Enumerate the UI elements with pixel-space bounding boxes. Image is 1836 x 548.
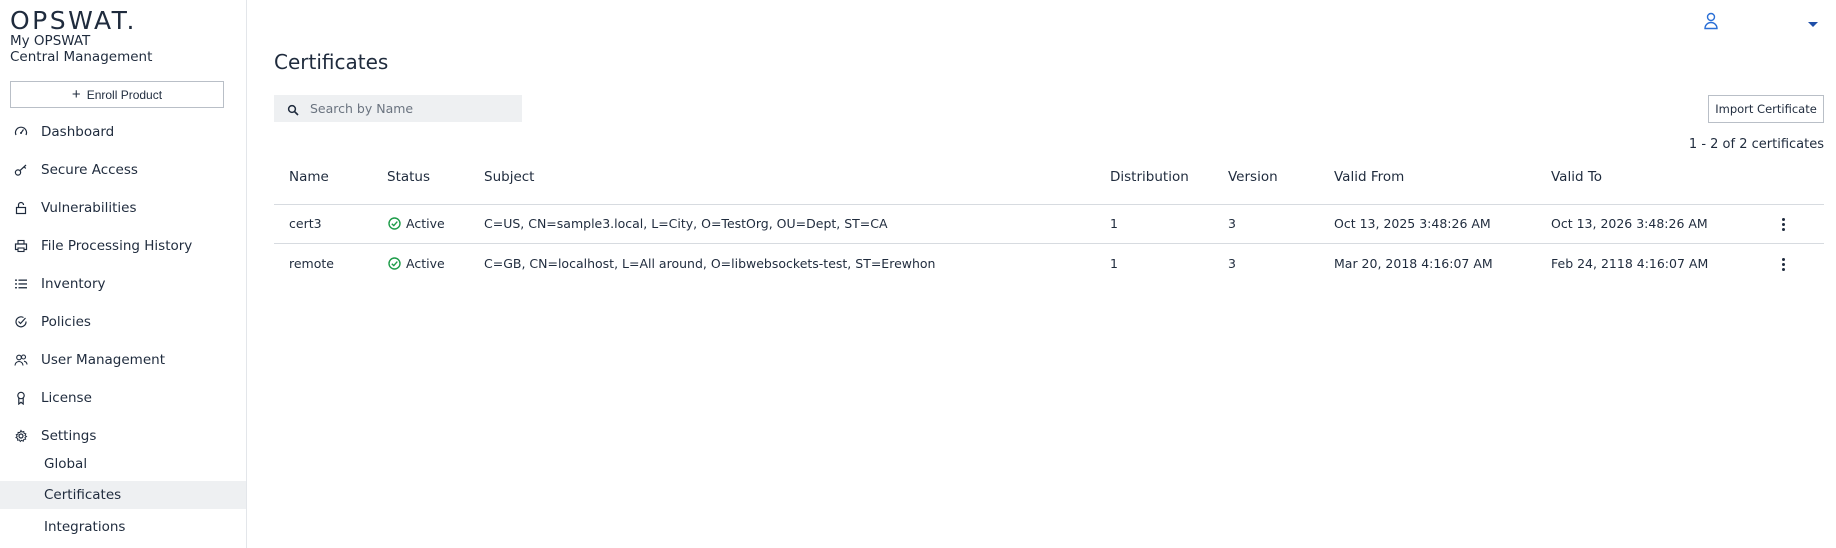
cell-version: 3 — [1228, 216, 1236, 231]
chevron-down-icon[interactable] — [1806, 14, 1820, 27]
sidebar: OPSWAT. My OPSWAT Central Management + E… — [0, 0, 247, 548]
gauge-icon — [13, 124, 29, 140]
sidebar-item-label: Dashboard — [41, 124, 115, 140]
sidebar-item-license[interactable]: License — [0, 383, 246, 413]
users-icon — [13, 352, 29, 368]
list-icon — [13, 276, 29, 292]
sidebar-item-label: Vulnerabilities — [41, 200, 137, 216]
column-header-status[interactable]: Status — [387, 169, 430, 185]
printer-icon — [13, 238, 29, 254]
cell-valid-from: Mar 20, 2018 4:16:07 AM — [1334, 256, 1493, 271]
app-name-line1: My OPSWAT — [10, 33, 91, 49]
sidebar-subitem-label: Global — [44, 456, 88, 472]
column-header-valid-from[interactable]: Valid From — [1334, 169, 1404, 185]
cell-distribution: 1 — [1110, 256, 1118, 271]
sidebar-item-label: File Processing History — [41, 238, 193, 254]
cell-version: 3 — [1228, 256, 1236, 271]
sidebar-subitem-global[interactable]: Global — [0, 450, 246, 478]
row-menu-icon[interactable] — [1777, 214, 1789, 234]
column-header-name[interactable]: Name — [289, 169, 329, 185]
cell-distribution: 1 — [1110, 216, 1118, 231]
sidebar-item-label: License — [41, 390, 92, 406]
column-header-distribution[interactable]: Distribution — [1110, 169, 1189, 185]
sidebar-item-label: Secure Access — [41, 162, 138, 178]
import-certificate-button[interactable]: Import Certificate — [1708, 95, 1824, 123]
sidebar-item-settings[interactable]: Settings — [0, 421, 246, 451]
header-divider — [274, 204, 1824, 205]
cell-subject: C=GB, CN=localhost, L=All around, O=libw… — [484, 256, 936, 271]
sidebar-item-user-management[interactable]: User Management — [0, 345, 246, 375]
check-circle-icon — [388, 257, 401, 270]
page-title: Certificates — [274, 50, 389, 74]
cell-valid-to: Feb 24, 2118 4:16:07 AM — [1551, 256, 1709, 271]
cell-name: remote — [289, 256, 334, 271]
check-circle-icon — [388, 217, 401, 230]
cell-valid-to: Oct 13, 2026 3:48:26 AM — [1551, 216, 1708, 231]
sidebar-item-secure-access[interactable]: Secure Access — [0, 155, 246, 185]
sidebar-subitem-certificates[interactable]: Certificates — [0, 481, 246, 509]
search-input[interactable] — [310, 95, 515, 122]
key-icon — [13, 162, 29, 178]
sidebar-subitem-integrations[interactable]: Integrations — [0, 513, 246, 541]
enroll-product-label: Enroll Product — [86, 87, 163, 102]
search-icon — [287, 102, 300, 116]
row-divider — [274, 243, 1824, 244]
cell-valid-from: Oct 13, 2025 3:48:26 AM — [1334, 216, 1491, 231]
status-text: Active — [406, 256, 445, 271]
gear-icon — [13, 428, 29, 444]
lock-icon — [13, 200, 29, 216]
column-header-valid-to[interactable]: Valid To — [1551, 169, 1602, 185]
app-name: My OPSWAT Central Management — [10, 33, 152, 65]
sidebar-subitem-label: Certificates — [44, 487, 122, 503]
sidebar-item-label: Settings — [41, 428, 97, 444]
sidebar-item-label: Policies — [41, 314, 91, 330]
opswat-logo[interactable]: OPSWAT. — [10, 6, 137, 35]
cell-name: cert3 — [289, 216, 322, 231]
status-badge: Active — [388, 216, 445, 231]
sidebar-item-dashboard[interactable]: Dashboard — [0, 117, 246, 147]
column-header-subject[interactable]: Subject — [484, 169, 534, 185]
sidebar-item-inventory[interactable]: Inventory — [0, 269, 246, 299]
badge-icon — [13, 390, 29, 406]
sidebar-item-label: User Management — [41, 352, 165, 368]
enroll-product-button[interactable]: + Enroll Product — [10, 81, 224, 108]
search-box — [274, 95, 522, 122]
sidebar-item-policies[interactable]: Policies — [0, 307, 246, 337]
plus-icon: + — [71, 86, 81, 103]
sidebar-item-vulnerabilities[interactable]: Vulnerabilities — [0, 193, 246, 223]
status-badge: Active — [388, 256, 445, 271]
row-menu-icon[interactable] — [1777, 254, 1789, 274]
app-name-line2: Central Management — [10, 49, 153, 65]
shield-check-icon — [13, 314, 29, 330]
sidebar-item-file-processing-history[interactable]: File Processing History — [0, 231, 246, 261]
column-header-version[interactable]: Version — [1228, 169, 1278, 185]
status-text: Active — [406, 216, 445, 231]
sidebar-subitem-label: Integrations — [44, 519, 126, 535]
sidebar-item-label: Inventory — [41, 276, 106, 292]
cell-subject: C=US, CN=sample3.local, L=City, O=TestOr… — [484, 216, 888, 231]
user-icon[interactable] — [1703, 12, 1719, 30]
result-count: 1 - 2 of 2 certificates — [1688, 137, 1824, 152]
